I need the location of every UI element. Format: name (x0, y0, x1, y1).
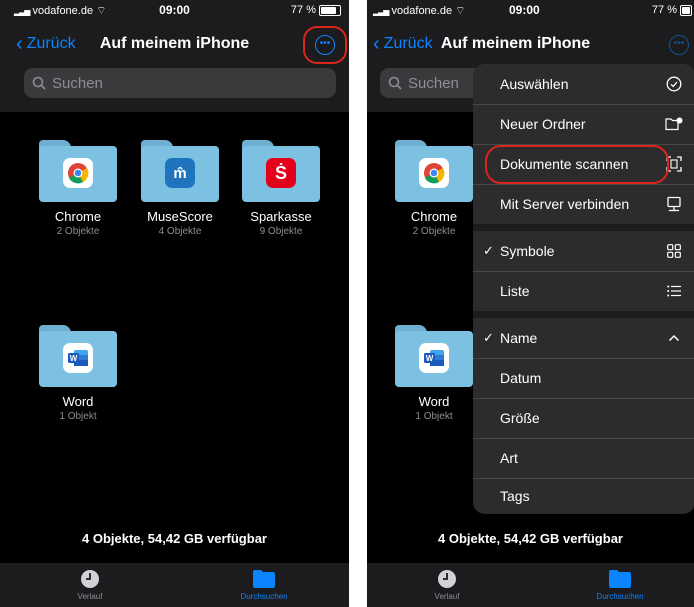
search-bar: Suchen (0, 68, 349, 112)
wifi-icon: ⌔ (96, 5, 107, 17)
svg-text:W: W (426, 354, 434, 363)
word-icon: W (63, 343, 93, 373)
folder-name: Chrome (410, 209, 458, 224)
menu-item-tags[interactable]: Tags (473, 478, 694, 514)
chrome-icon (63, 158, 93, 188)
menu-item-auswaehlen[interactable]: Auswählen (473, 64, 694, 104)
musescore-icon: m̂ (165, 158, 195, 188)
battery-icon (680, 4, 692, 16)
grid-icon (665, 242, 683, 260)
folder-icon (395, 140, 473, 202)
server-icon (665, 195, 683, 213)
tab-durchsuchen[interactable]: Durchsuchen (229, 569, 299, 601)
tab-durchsuchen[interactable]: Durchsuchen (585, 569, 655, 601)
carrier-label: ▂▃▅ vodafone.de ⌔ (14, 5, 107, 17)
signal-icon: ▂▃▅ (373, 7, 390, 16)
folder-chrome[interactable]: Chrome 2 Objekte (389, 140, 479, 237)
word-icon: W (419, 343, 449, 373)
folder-name: MuseScore (147, 209, 213, 224)
folder-item-count: 2 Objekte (56, 226, 100, 237)
search-placeholder: Suchen (52, 74, 103, 92)
folder-item-count: 1 Objekt (415, 411, 453, 422)
menu-item-datum[interactable]: Datum (473, 358, 694, 398)
folder-icon (39, 140, 117, 202)
folder-icon: m̂ (141, 140, 219, 202)
folder-name: Chrome (54, 209, 102, 224)
annotation-highlight-scan (485, 145, 669, 184)
folder-name: Word (418, 394, 450, 409)
list-icon (665, 282, 683, 300)
sparkasse-icon: Ṡ (266, 158, 296, 188)
carrier-label: ▂▃▅ vodafone.de ⌔ (373, 5, 466, 17)
page-title: Auf meinem iPhone (99, 35, 250, 52)
folder-item-count: 9 Objekte (259, 226, 303, 237)
status-bar: ▂▃▅ vodafone.de ⌔ 09:00 77 % (367, 0, 694, 20)
folder-icon: W (39, 325, 117, 387)
chrome-icon (419, 158, 449, 188)
navigation-bar: ‹ Zurück Auf meinem iPhone ••• (367, 20, 694, 68)
menu-item-art[interactable]: Art (473, 438, 694, 478)
folder-item-count: 2 Objekte (412, 226, 456, 237)
checkmark-icon: ✓ (483, 243, 494, 258)
checkmark-circle-icon (665, 75, 683, 93)
folder-item-count: 1 Objekt (59, 411, 97, 422)
folder-chrome[interactable]: Chrome 2 Objekte (33, 140, 123, 237)
tab-bar: Verlauf Durchsuchen (0, 563, 349, 607)
tab-bar: Verlauf Durchsuchen (367, 563, 694, 607)
folder-word[interactable]: W Word 1 Objekt (389, 325, 479, 422)
annotation-highlight-more (303, 26, 347, 64)
search-input[interactable]: Suchen (24, 68, 336, 98)
clock-icon (81, 570, 99, 588)
page-title: Auf meinem iPhone (440, 35, 591, 52)
folder-name: Sparkasse (250, 209, 312, 224)
folder-icon (609, 570, 631, 588)
folder-icon: W (395, 325, 473, 387)
folder-sparkasse[interactable]: Ṡ Sparkasse 9 Objekte (236, 140, 326, 237)
status-time: 09:00 (509, 3, 540, 17)
more-options-button[interactable]: ••• (669, 35, 689, 55)
battery-indicator: 77 % (291, 4, 341, 16)
menu-item-name[interactable]: ✓ Name (473, 318, 694, 358)
tab-verlauf[interactable]: Verlauf (55, 569, 125, 601)
storage-summary: 4 Objekte, 54,42 GB verfügbar (438, 531, 623, 546)
folder-item-count: 4 Objekte (158, 226, 202, 237)
battery-icon (319, 4, 341, 16)
checkmark-icon: ✓ (483, 330, 494, 345)
menu-item-mit-server-verbinden[interactable]: Mit Server verbinden (473, 184, 694, 224)
status-time: 09:00 (159, 3, 190, 17)
search-placeholder: Suchen (408, 74, 459, 92)
clock-icon (438, 570, 456, 588)
new-folder-icon (665, 115, 683, 133)
menu-item-groesse[interactable]: Größe (473, 398, 694, 438)
search-icon (388, 76, 402, 90)
storage-summary: 4 Objekte, 54,42 GB verfügbar (82, 531, 267, 546)
menu-item-liste[interactable]: Liste (473, 271, 694, 311)
phone-screen-before: ▂▃▅ vodafone.de ⌔ 09:00 77 % ‹ Zurück Au… (0, 0, 349, 607)
context-menu: Auswählen Neuer Ordner Dokumente scannen… (473, 64, 694, 514)
wifi-icon: ⌔ (455, 5, 466, 17)
menu-item-neuer-ordner[interactable]: Neuer Ordner (473, 104, 694, 144)
search-icon (32, 76, 46, 90)
chevron-up-icon (665, 329, 683, 347)
signal-icon: ▂▃▅ (14, 7, 31, 16)
ellipsis-icon: ••• (673, 38, 685, 49)
tab-verlauf[interactable]: Verlauf (412, 569, 482, 601)
folder-icon (253, 570, 275, 588)
folder-musescore[interactable]: m̂ MuseScore 4 Objekte (135, 140, 225, 237)
folder-word[interactable]: W Word 1 Objekt (33, 325, 123, 422)
status-bar: ▂▃▅ vodafone.de ⌔ 09:00 77 % (0, 0, 349, 20)
navigation-bar: ‹ Zurück Auf meinem iPhone ••• (0, 20, 349, 68)
folder-icon: Ṡ (242, 140, 320, 202)
phone-screen-after: ▂▃▅ vodafone.de ⌔ 09:00 77 % ‹ Zurück Au… (367, 0, 694, 607)
folder-name: Word (62, 394, 94, 409)
svg-text:W: W (70, 354, 78, 363)
battery-indicator: 77 % (652, 4, 692, 16)
menu-item-symbole[interactable]: ✓ Symbole (473, 231, 694, 271)
